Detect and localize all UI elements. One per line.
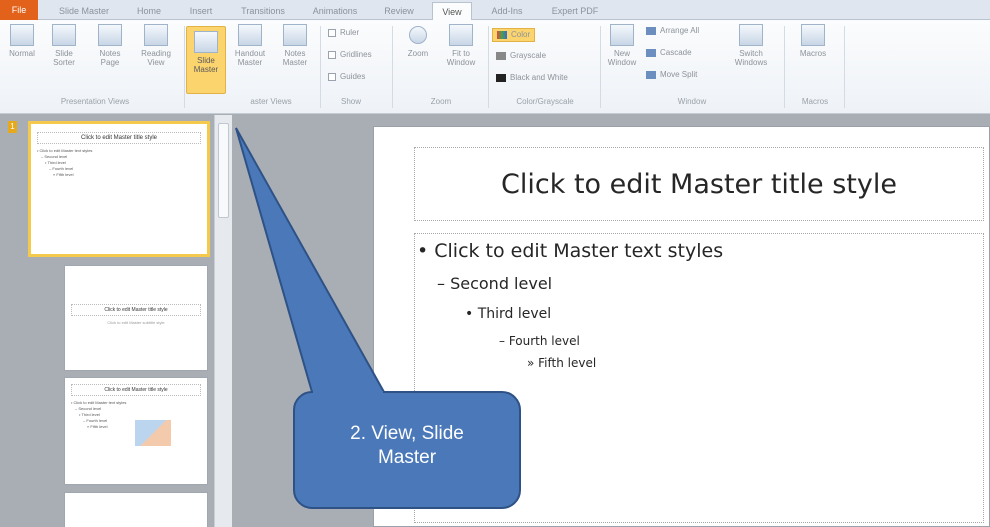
callout-label: 2. View, Slide Master <box>296 422 518 470</box>
callout-pointer <box>235 127 386 393</box>
callout-line-1: 2. View, Slide <box>350 423 464 444</box>
callout-line-2: Master <box>377 447 437 468</box>
